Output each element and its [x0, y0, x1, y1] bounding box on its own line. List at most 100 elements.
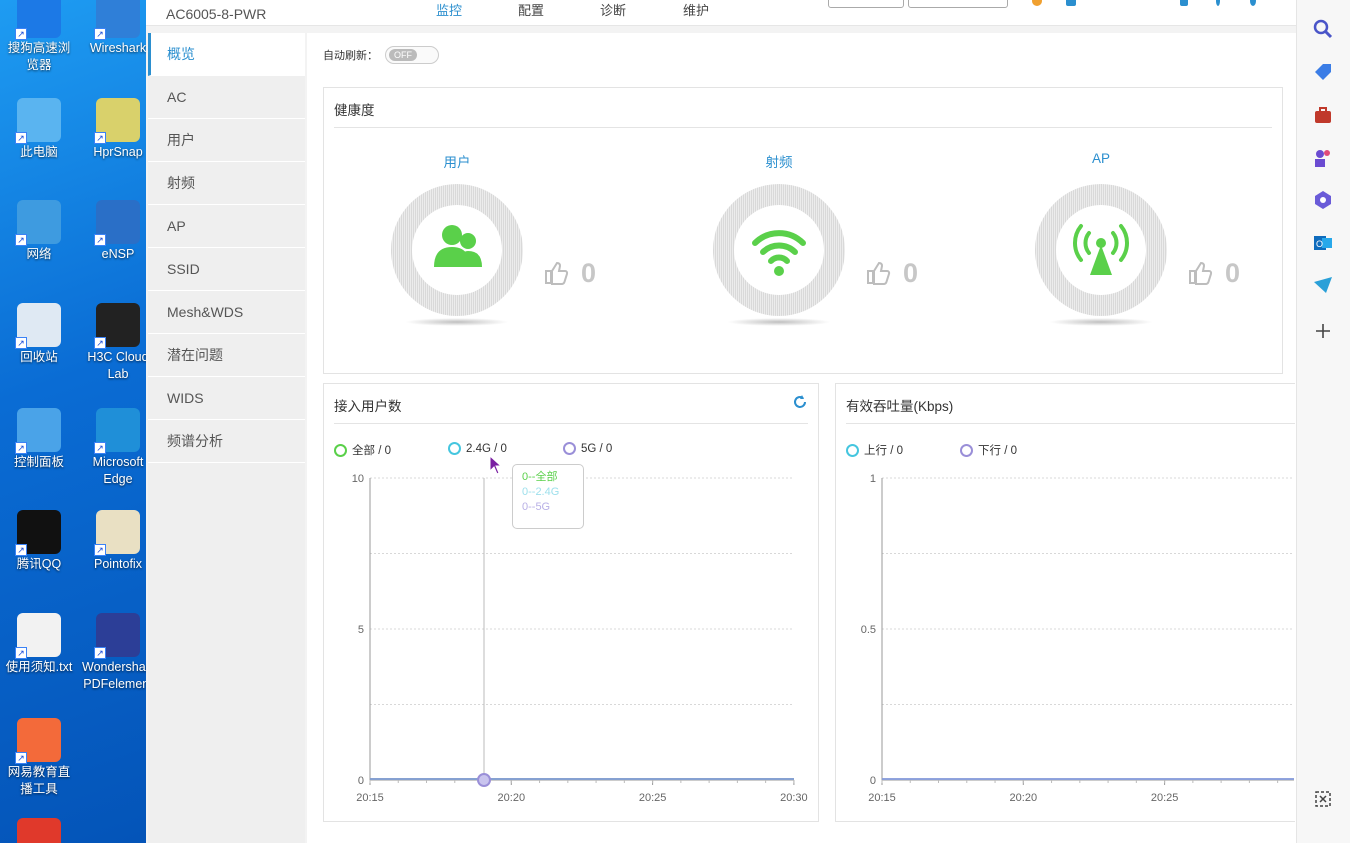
legend-label: 5G / 0	[581, 443, 613, 455]
tab-config[interactable]: 配置	[518, 0, 544, 19]
users-chart-title: 接入用户数	[334, 399, 402, 414]
send-icon[interactable]	[1312, 274, 1334, 296]
toolbox-icon[interactable]	[1312, 104, 1334, 126]
legend-5g[interactable]: 5G / 0	[563, 442, 612, 455]
browser-sidebar: O	[1296, 0, 1350, 843]
auto-refresh-toggle[interactable]: OFF	[385, 46, 439, 64]
app-icon: ↗	[15, 408, 61, 454]
y-tick-label: 0	[870, 775, 876, 787]
desktop-icon-label: Wondershare PDFelement	[82, 660, 146, 691]
sidebar-item[interactable]: AP	[148, 205, 305, 248]
sidebar-item[interactable]: SSID	[148, 248, 305, 291]
plus-icon[interactable]	[1312, 320, 1334, 342]
legend-all[interactable]: 全部 / 0	[334, 442, 391, 458]
ring-shadow	[405, 318, 509, 326]
desktop-icon-label: eNSP	[101, 247, 135, 261]
screenshot-icon[interactable]	[1312, 788, 1334, 810]
desktop-icon[interactable]: ↗ Microsoft Edge	[82, 408, 146, 488]
health-panel: 健康度 用户 0 射频 0 AP 0	[323, 87, 1283, 374]
sidebar-item[interactable]: 用户	[148, 119, 305, 162]
desktop-icon[interactable]: ↗ 腾讯QQ	[3, 510, 75, 573]
app-icon: ↗	[15, 200, 61, 246]
tag-icon[interactable]	[1312, 61, 1334, 83]
ring-shadow	[1049, 318, 1153, 326]
desktop-icon[interactable]: ↗ 使用须知.txt	[3, 613, 75, 676]
desktop: ↗ 搜狗高速浏览器 ↗ Wireshark ↗ 此电脑 ↗ HprSnap ↗ 网络 ↗ eNSP ↗ 回…	[0, 0, 146, 843]
x-tick-label: 20:15	[868, 792, 896, 804]
desktop-icon[interactable]: ↗ 搜狗高速浏览器	[3, 0, 75, 74]
shortcut-arrow-icon: ↗	[15, 234, 27, 246]
shortcut-arrow-icon: ↗	[94, 647, 106, 659]
ring-shadow	[727, 318, 831, 326]
tab-monitor[interactable]: 监控	[436, 0, 462, 19]
y-tick-label: 1	[870, 473, 876, 485]
tab-diagnose[interactable]: 诊断	[600, 0, 626, 19]
shortcut-arrow-icon: ↗	[15, 647, 27, 659]
desktop-icon[interactable]: ↗ 控制面板	[3, 408, 75, 471]
desktop-icon[interactable]: ↗ 网易教育直播工具	[3, 718, 75, 798]
device-name: AC6005-8-PWR	[166, 6, 267, 22]
sidebar-item[interactable]: 射频	[148, 162, 305, 205]
desktop-icon[interactable]: ↗ eNSP	[82, 200, 146, 263]
desktop-icon[interactable]: ↗Wondershare PDFelement	[82, 613, 146, 693]
info-icon[interactable]	[1066, 0, 1076, 6]
health-score-users: 0	[581, 258, 597, 288]
shortcut-arrow-icon: ↗	[94, 132, 106, 144]
games-icon[interactable]	[1312, 147, 1334, 169]
health-item-users: 用户 0	[391, 148, 631, 328]
y-tick-label: 5	[358, 624, 364, 636]
legend-up[interactable]: 上行 / 0	[846, 442, 903, 458]
desktop-icon[interactable]: ↗ H3C Cloud Lab	[82, 303, 146, 383]
desktop-icon[interactable]: ↗ Wireshark	[82, 0, 146, 57]
x-tick-label: 20:30	[780, 792, 808, 804]
shortcut-arrow-icon: ↗	[94, 442, 106, 454]
y-tick-label: 0	[358, 775, 364, 787]
sidebar-item[interactable]: Mesh&WDS	[148, 291, 305, 334]
legend-label: 上行 / 0	[864, 445, 903, 457]
desktop-icon[interactable]: ↗	[3, 818, 75, 843]
desktop-icon[interactable]: ↗ Pointofix	[82, 510, 146, 573]
legend-marker	[960, 444, 973, 457]
legend-down[interactable]: 下行 / 0	[960, 442, 1017, 458]
x-tick-label: 20:25	[639, 792, 667, 804]
save-icon[interactable]	[1180, 0, 1188, 6]
app-icon: ↗	[94, 303, 140, 349]
desktop-icon[interactable]: ↗ 此电脑	[3, 98, 75, 161]
legend-marker	[563, 442, 576, 455]
sidebar-item[interactable]: 频谱分析	[148, 420, 305, 463]
desktop-icon[interactable]: ↗ 回收站	[3, 303, 75, 366]
health-ring-ap	[1035, 184, 1167, 316]
sidebar-item[interactable]: WIDS	[148, 377, 305, 420]
desktop-icon[interactable]: ↗ HprSnap	[82, 98, 146, 161]
app-icon: ↗	[94, 0, 140, 40]
thumbs-up-icon	[1189, 261, 1213, 285]
tooltip-2g: 0--2.4G	[522, 486, 560, 498]
alert-icon[interactable]	[1032, 0, 1042, 6]
sidebar-item[interactable]: 概览	[148, 33, 305, 76]
sidebar-item[interactable]: 潜在问题	[148, 334, 305, 377]
health-item-radio: 射频 0	[713, 148, 953, 328]
copilot-icon[interactable]	[1312, 189, 1334, 211]
refresh-icon[interactable]	[792, 394, 808, 410]
search-icon[interactable]	[1312, 18, 1334, 40]
outlook-icon[interactable]: O	[1312, 232, 1334, 254]
sidebar-item[interactable]: AC	[148, 76, 305, 119]
tab-maintain[interactable]: 维护	[683, 0, 709, 19]
shortcut-arrow-icon: ↗	[94, 544, 106, 556]
top-button-2[interactable]	[908, 0, 1008, 8]
tooltip-5g: 0--5G	[522, 501, 551, 513]
top-button-1[interactable]	[828, 0, 904, 8]
antenna-icon	[1073, 224, 1129, 275]
legend-label: 全部 / 0	[352, 445, 391, 457]
help-icon[interactable]	[1216, 0, 1220, 6]
browser-page: AC6005-8-PWR 监控 配置 诊断 维护 概览 AC 用户 射频 AP SSID M…	[146, 0, 1296, 843]
desktop-icon[interactable]: ↗ 网络	[3, 200, 75, 263]
throughput-chart-panel: 有效吞吐量(Kbps) 上行 / 0 下行 / 0 0 0.5 1 20:15 20:2…	[835, 383, 1295, 822]
logout-icon[interactable]	[1250, 0, 1256, 6]
desktop-icon-label: H3C Cloud Lab	[87, 350, 146, 381]
health-score-radio: 0	[903, 258, 919, 288]
app-icon: ↗	[94, 98, 140, 144]
tooltip-all: 0--全部	[522, 471, 558, 483]
mouse-cursor-icon	[489, 454, 503, 475]
users-chart-panel: 接入用户数 全部 / 0 2.4G / 0 5G / 0 0 5 10 20:15 20…	[323, 383, 819, 822]
